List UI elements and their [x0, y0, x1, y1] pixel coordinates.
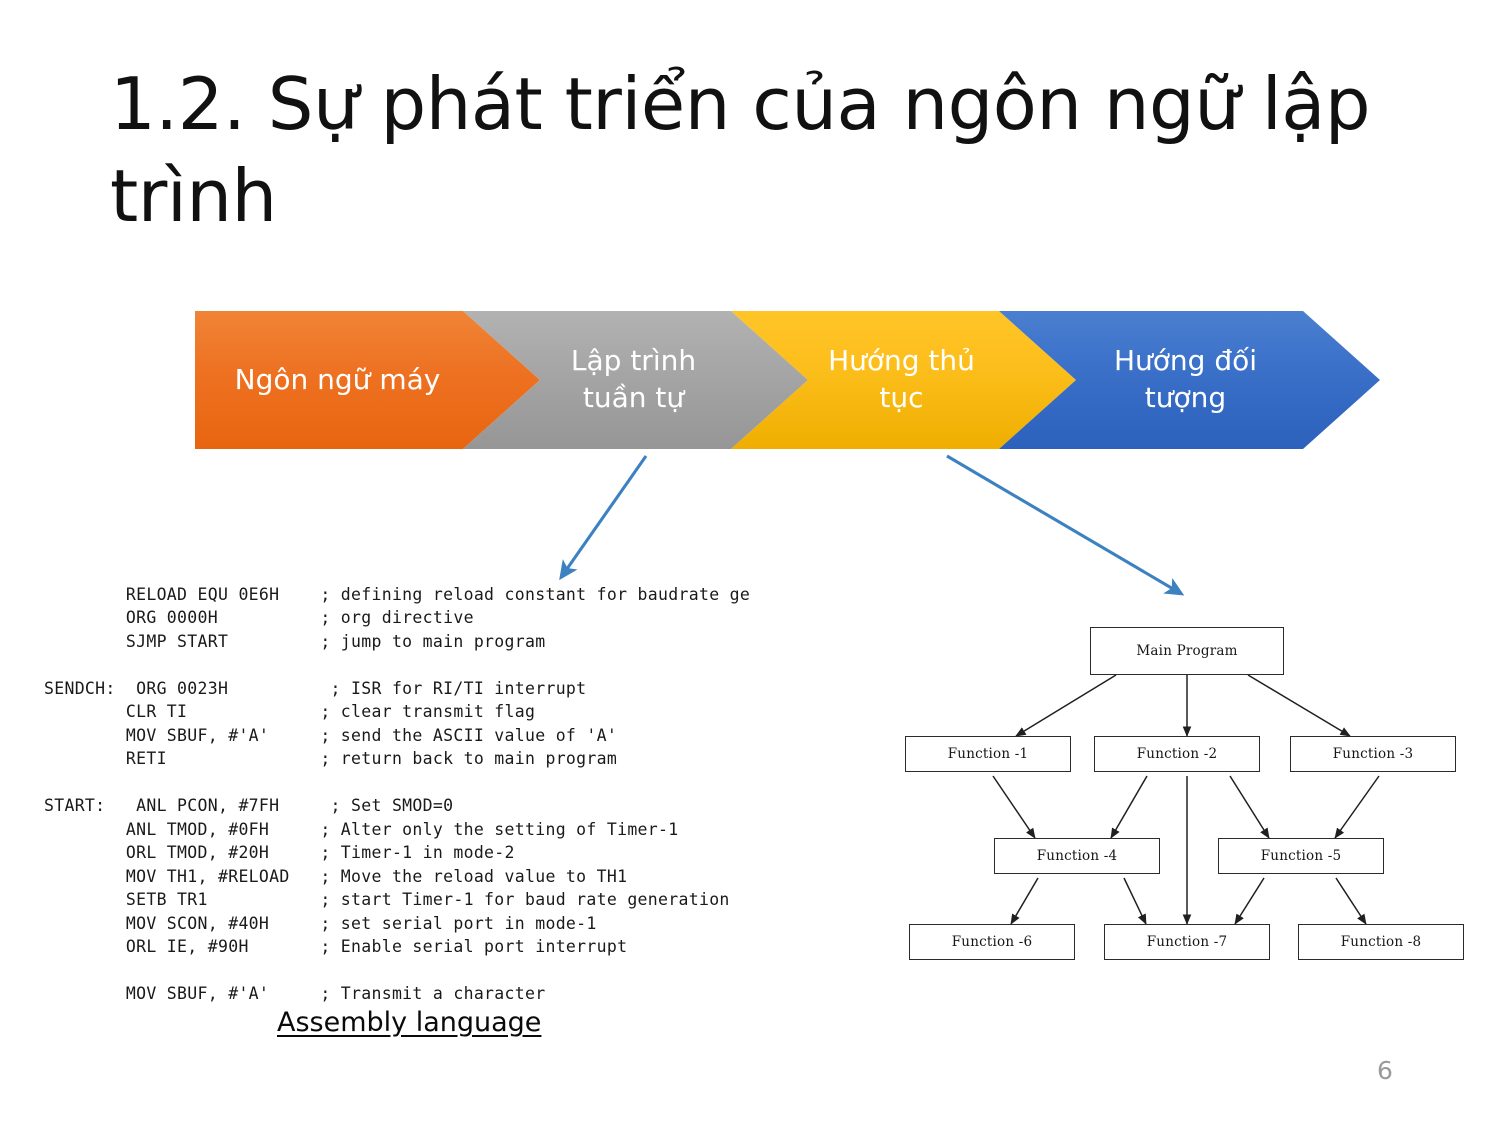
edge-f5-f7	[1234, 877, 1265, 925]
edge-main-f1	[1015, 674, 1117, 737]
edge-f2-f4	[1110, 775, 1148, 839]
flowchart-node-function-6-label: Function -6	[951, 934, 1033, 950]
chevron-step-4-label: Hướng đối tượng	[1113, 344, 1258, 414]
edge-f5-f8	[1335, 877, 1367, 925]
edge-f1-f4	[992, 775, 1036, 839]
assembly-code-listing: RELOAD EQU 0E6H ; defining reload consta…	[44, 584, 751, 1004]
flowchart-node-function-5[interactable]: Function -5	[1218, 838, 1384, 874]
edge-f4-f6	[1010, 877, 1039, 925]
flowchart-node-function-8[interactable]: Function -8	[1298, 924, 1464, 960]
assembly-language-caption: Assembly language	[277, 1007, 542, 1038]
flowchart-node-function-7[interactable]: Function -7	[1104, 924, 1270, 960]
edge-f3-f5	[1334, 775, 1380, 839]
page-number: 6	[1377, 1056, 1393, 1085]
arrow-to-assembly-icon	[559, 455, 648, 581]
arrow-to-flowchart-icon	[946, 454, 1185, 596]
flowchart-node-main-program[interactable]: Main Program	[1090, 627, 1284, 675]
function-call-flowchart: Main Program Function -1 Function -2 Fun…	[898, 618, 1478, 970]
flowchart-node-function-7-label: Function -7	[1146, 934, 1228, 950]
chevron-step-1-label: Ngôn ngữ máy	[234, 362, 441, 396]
flowchart-node-main-program-label: Main Program	[1136, 643, 1238, 659]
flowchart-node-function-6[interactable]: Function -6	[909, 924, 1075, 960]
flowchart-node-function-3[interactable]: Function -3	[1290, 736, 1456, 772]
chevron-step-2-label: Lập trình tuần tự	[570, 344, 697, 414]
chevron-step-3-label: Hướng thủ tục	[828, 344, 975, 414]
edge-f2-f5	[1229, 775, 1270, 839]
page-title: 1.2. Sự phát triển của ngôn ngữ lập trìn…	[110, 62, 1393, 239]
flowchart-node-function-4[interactable]: Function -4	[994, 838, 1160, 874]
flowchart-node-function-2[interactable]: Function -2	[1094, 736, 1260, 772]
flowchart-node-function-1-label: Function -1	[947, 746, 1029, 762]
flowchart-node-function-5-label: Function -5	[1260, 848, 1342, 864]
edge-main-f3	[1247, 674, 1351, 737]
flowchart-node-function-1[interactable]: Function -1	[905, 736, 1071, 772]
flowchart-node-function-2-label: Function -2	[1136, 746, 1218, 762]
flowchart-node-function-8-label: Function -8	[1340, 934, 1422, 950]
process-chevron-band: Ngôn ngữ máy Lập trình tuần tự Hướng thủ…	[195, 311, 1380, 449]
flowchart-node-function-4-label: Function -4	[1036, 848, 1118, 864]
edge-f4-f7	[1123, 877, 1147, 925]
flowchart-node-function-3-label: Function -3	[1332, 746, 1414, 762]
